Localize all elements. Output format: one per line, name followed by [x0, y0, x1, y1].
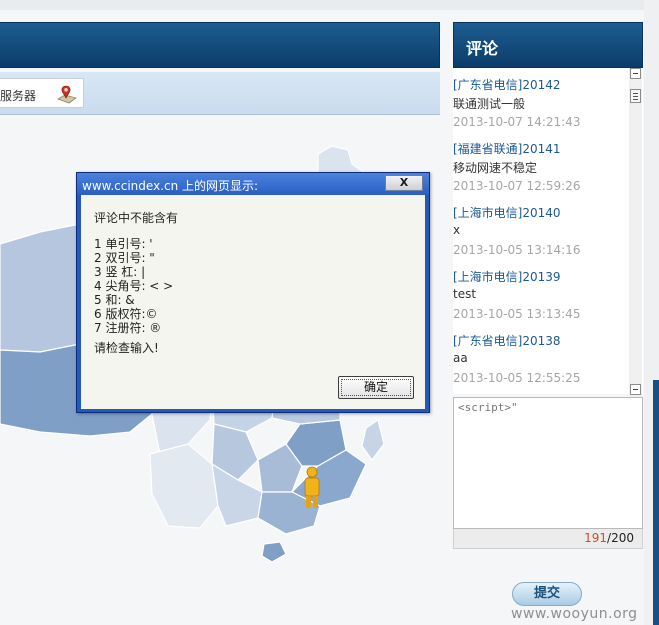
right-edge-accent — [653, 380, 659, 625]
comment-text: aa — [453, 351, 468, 365]
server-label: 服务器 — [0, 89, 37, 103]
comment-author[interactable]: [上海市电信]20139 — [453, 268, 628, 286]
watermark: www.wooyun.org — [511, 606, 638, 622]
map-pin-icon — [57, 85, 77, 104]
main-header-bar — [0, 22, 440, 68]
comment-item: [广东省电信]20142 联通测试一般 2013-10-07 14:21:43 — [453, 76, 628, 133]
map-region-yunnan — [149, 443, 219, 529]
dialog-title-bar[interactable]: www.ccindex.cn 上的网页显示: X — [77, 173, 429, 195]
comment-item: [福建省联通]20141 移动网速不稳定 2013-10-07 12:59:26 — [453, 140, 628, 197]
map-region-taiwan — [361, 419, 385, 462]
comment-item: [上海市电信]20140 x 2013-10-05 13:14:16 — [453, 204, 628, 261]
server-selector[interactable]: 服务器 — [0, 78, 84, 108]
comment-text: x — [453, 223, 461, 237]
char-count-used: 191 — [584, 531, 608, 545]
char-counter: 191/200 — [453, 529, 643, 549]
ok-button[interactable]: 确定 — [338, 376, 414, 399]
dialog-rule-line: 7 注册符: ® — [94, 321, 162, 335]
dialog-body: 评论中不能含有 1 单引号: ' 2 双引号: " 3 竖 杠: | 4 尖角号… — [81, 195, 425, 409]
dialog-rule-line: 1 单引号: ' — [94, 237, 153, 251]
char-count-max: /200 — [607, 531, 634, 545]
dialog-rule-line: 6 版权符:© — [94, 307, 158, 321]
dialog-close-button[interactable]: X — [385, 175, 423, 191]
comments-header: 评论 — [453, 22, 643, 68]
top-strip — [0, 0, 659, 10]
comment-time: 2013-10-05 13:13:45 — [453, 307, 581, 321]
right-edge — [644, 0, 659, 625]
comment-item: [上海市电信]20139 test 2013-10-05 13:13:45 — [453, 268, 628, 325]
server-toolbar: 服务器 — [0, 72, 440, 115]
comments-title: 评论 — [466, 39, 499, 58]
dialog-rule-line: 5 和: & — [94, 293, 135, 307]
scroll-thumb[interactable] — [630, 89, 641, 103]
dialog-rule-line: 3 竖 杠: | — [94, 265, 146, 279]
comment-item: [广东省电信]20138 aa 2013-10-05 12:55:25 — [453, 332, 628, 389]
comment-author[interactable]: [广东省电信]20138 — [453, 332, 628, 350]
comment-author[interactable]: [福建省联通]20141 — [453, 140, 628, 158]
submit-button[interactable]: 提交 — [512, 582, 582, 606]
comment-input[interactable]: <script>" — [453, 397, 643, 529]
comment-time: 2013-10-05 13:14:16 — [453, 243, 581, 257]
map-region-hainan — [261, 541, 287, 563]
comment-text: 联通测试一般 — [453, 97, 526, 111]
dialog-message-foot: 请检查输入! — [94, 341, 159, 355]
comments-scrollbar[interactable] — [629, 68, 642, 397]
dialog-title: www.ccindex.cn 上的网页显示: — [82, 179, 259, 193]
scroll-down-button[interactable] — [630, 384, 641, 395]
scroll-up-button[interactable] — [630, 68, 641, 79]
comment-author[interactable]: [上海市电信]20140 — [453, 204, 628, 222]
comment-time: 2013-10-07 14:21:43 — [453, 115, 581, 129]
comment-text: 移动网速不稳定 — [453, 161, 538, 175]
comment-time: 2013-10-07 12:59:26 — [453, 179, 581, 193]
dialog-rule-line: 4 尖角号: < > — [94, 279, 174, 293]
comment-author[interactable]: [广东省电信]20142 — [453, 76, 628, 94]
comment-time: 2013-10-05 12:55:25 — [453, 371, 581, 385]
comments-list: [广东省电信]20142 联通测试一般 2013-10-07 14:21:43 … — [453, 68, 643, 394]
dialog-rule-line: 2 双引号: " — [94, 251, 155, 265]
alert-dialog: www.ccindex.cn 上的网页显示: X 评论中不能含有 1 单引号: … — [76, 172, 430, 413]
dialog-message-head: 评论中不能含有 — [94, 211, 179, 225]
comment-text: test — [453, 287, 477, 301]
